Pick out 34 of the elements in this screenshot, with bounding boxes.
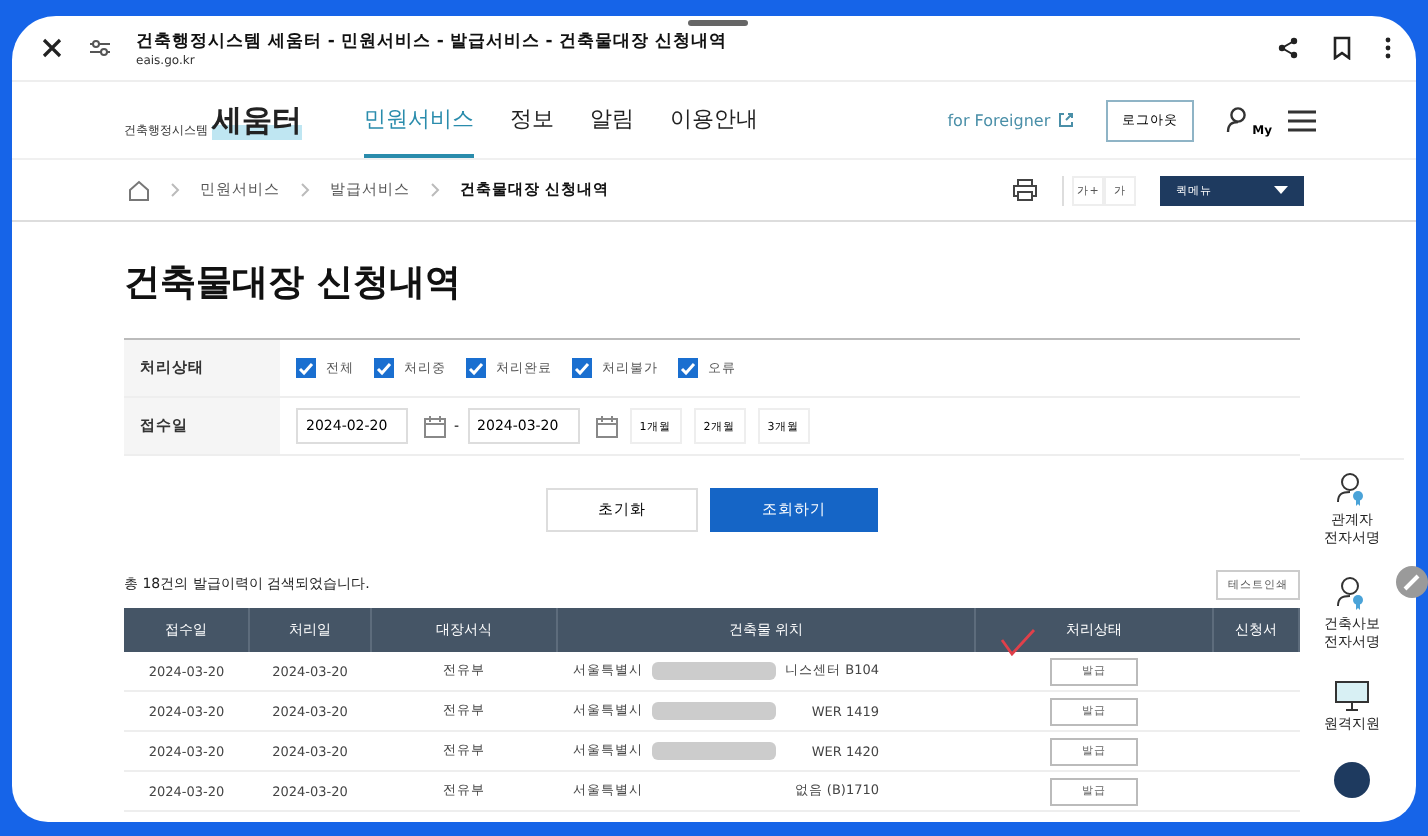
person-badge-icon[interactable] <box>1336 576 1368 613</box>
calendar-icon[interactable] <box>595 415 618 437</box>
monitor-icon[interactable] <box>1334 680 1370 713</box>
nav-tab[interactable]: 정보 <box>510 82 554 158</box>
page-title: 건축행정시스템 세움터 - 민원서비스 - 발급서비스 - 건축물대장 신청내역 <box>136 29 729 53</box>
checkbox[interactable] <box>678 358 698 378</box>
person-badge-icon[interactable] <box>1336 472 1368 508</box>
checkbox[interactable] <box>572 358 592 378</box>
chevron-icon <box>170 182 180 198</box>
checkbox[interactable] <box>466 358 486 378</box>
foreigner-link[interactable]: for Foreigner <box>947 111 1051 129</box>
settings-icon[interactable] <box>88 38 112 58</box>
chevron-icon <box>300 182 310 198</box>
checkbox[interactable] <box>374 358 394 378</box>
chevron-icon <box>430 182 440 198</box>
user-icon[interactable] <box>1226 106 1251 134</box>
caret-icon <box>1274 186 1288 194</box>
external-link-icon <box>1058 112 1075 128</box>
calendar-icon[interactable] <box>424 415 446 437</box>
check-mark-icon <box>1000 628 1036 656</box>
home-icon[interactable] <box>128 179 150 201</box>
nav-tab[interactable]: 이용안내 <box>670 82 758 158</box>
edit-icon[interactable] <box>1396 566 1428 598</box>
close-icon[interactable] <box>40 36 64 60</box>
print-icon[interactable] <box>1012 178 1038 202</box>
nav-tab[interactable]: 민원서비스 <box>364 82 474 158</box>
nav-tab[interactable]: 알림 <box>590 82 634 158</box>
page-heading: 건축물대장 신청내역 <box>124 260 463 306</box>
more-icon[interactable] <box>1384 36 1392 60</box>
checkbox[interactable] <box>296 358 316 378</box>
share-icon[interactable] <box>1276 36 1300 60</box>
menu-icon[interactable] <box>1288 109 1316 131</box>
round-button[interactable] <box>1334 762 1370 799</box>
bookmark-icon[interactable] <box>1332 36 1352 60</box>
